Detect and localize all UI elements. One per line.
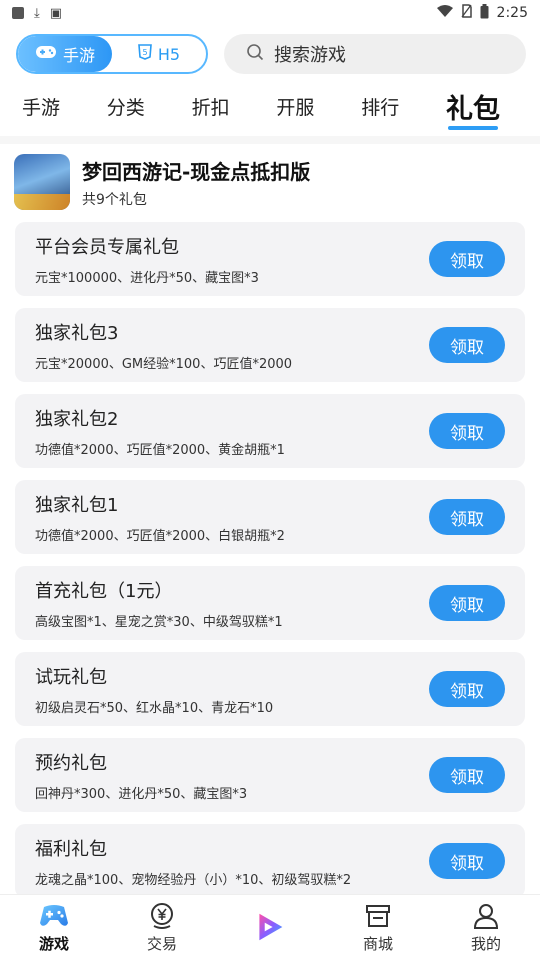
gift-desc: 初级启灵石*50、红水晶*10、青龙石*10: [35, 700, 274, 716]
tab-categories[interactable]: 分类: [107, 93, 145, 120]
gift-text: 独家礼包2 功德值*2000、巧匠值*2000、黄金胡瓶*1: [35, 405, 285, 458]
mode-option-label: H5: [157, 44, 181, 64]
nav-item-store[interactable]: 商城: [338, 901, 418, 954]
download-icon: ⤓: [34, 5, 40, 21]
yen-coin-icon: [147, 901, 177, 931]
html5-icon: 5: [138, 44, 152, 64]
gift-card: 独家礼包2 功德值*2000、巧匠值*2000、黄金胡瓶*1 领取: [15, 394, 525, 468]
claim-button[interactable]: 领取: [429, 585, 505, 621]
top-row: 手游 5 H5 搜索游戏: [16, 34, 526, 74]
mode-option-mobile-games[interactable]: 手游: [18, 36, 112, 72]
category-tabs: 手游 分类 折扣 开服 排行 礼包: [22, 84, 500, 130]
tab-new-servers[interactable]: 开服: [276, 93, 314, 120]
bottom-nav: 游戏 交易 商城 我的: [0, 894, 540, 960]
mode-option-h5[interactable]: 5 H5: [112, 36, 206, 72]
gift-desc: 功德值*2000、巧匠值*2000、白银胡瓶*2: [35, 528, 285, 544]
nav-label: 商城: [362, 935, 393, 953]
mode-switch[interactable]: 手游 5 H5: [16, 34, 208, 74]
gift-desc: 回神丹*300、进化丹*50、藏宝图*3: [35, 786, 248, 802]
app-square-icon: [12, 7, 24, 19]
game-icon[interactable]: [14, 154, 70, 210]
battery-icon: [480, 3, 489, 23]
claim-button[interactable]: 领取: [429, 413, 505, 449]
wifi-icon: [436, 4, 453, 22]
gift-card: 平台会员专属礼包 元宝*100000、进化丹*50、藏宝图*3 领取: [15, 222, 525, 296]
tab-discounts[interactable]: 折扣: [192, 93, 230, 120]
search-icon: [246, 43, 264, 65]
gift-name: 福利礼包: [35, 838, 107, 860]
gift-name: 独家礼包1: [35, 494, 119, 516]
nav-label: 我的: [470, 935, 501, 953]
svg-text:5: 5: [142, 48, 147, 57]
gift-text: 独家礼包3 元宝*20000、GM经验*100、巧匠值*2000: [35, 319, 292, 372]
search-input[interactable]: 搜索游戏: [224, 34, 526, 74]
status-left: ⤓ ▣: [12, 6, 62, 21]
game-info: 梦回西游记-现金点抵扣版 共9个礼包: [82, 156, 310, 209]
game-title: 梦回西游记-现金点抵扣版: [82, 159, 311, 184]
store-icon: [363, 901, 393, 931]
gift-name: 平台会员专属礼包: [35, 236, 179, 258]
search-placeholder: 搜索游戏: [274, 45, 346, 66]
tab-mobile-games[interactable]: 手游: [22, 93, 60, 120]
mode-option-label: 手游: [62, 46, 95, 65]
gift-card: 试玩礼包 初级启灵石*50、红水晶*10、青龙石*10 领取: [15, 652, 525, 726]
nav-item-profile[interactable]: 我的: [446, 901, 526, 954]
gift-card: 预约礼包 回神丹*300、进化丹*50、藏宝图*3 领取: [15, 738, 525, 812]
no-sim-icon: [461, 4, 472, 22]
gift-text: 平台会员专属礼包 元宝*100000、进化丹*50、藏宝图*3: [35, 233, 259, 286]
gift-count: 共9个礼包: [82, 191, 147, 208]
gift-text: 预约礼包 回神丹*300、进化丹*50、藏宝图*3: [35, 749, 247, 802]
gift-name: 独家礼包2: [35, 408, 119, 430]
gift-name: 预约礼包: [35, 752, 107, 774]
claim-button[interactable]: 领取: [429, 327, 505, 363]
play-icon: [255, 912, 285, 942]
nav-label: 交易: [146, 935, 177, 953]
gift-desc: 功德值*2000、巧匠值*2000、黄金胡瓶*1: [35, 442, 285, 458]
claim-button[interactable]: 领取: [429, 757, 505, 793]
status-right: 2:25: [436, 3, 528, 23]
gift-text: 试玩礼包 初级启灵石*50、红水晶*10、青龙石*10: [35, 663, 273, 716]
tab-gifts[interactable]: 礼包: [446, 87, 500, 130]
gift-card: 福利礼包 龙魂之晶*100、宠物经验丹（小）*10、初级驾驭糕*2 领取: [15, 824, 525, 898]
status-bar: ⤓ ▣ 2:25: [0, 0, 540, 26]
claim-button[interactable]: 领取: [429, 241, 505, 277]
game-header: 梦回西游记-现金点抵扣版 共9个礼包: [14, 152, 524, 212]
status-time: 2:25: [496, 5, 528, 21]
gift-card: 独家礼包1 功德值*2000、巧匠值*2000、白银胡瓶*2 领取: [15, 480, 525, 554]
gift-name: 独家礼包3: [35, 322, 119, 344]
gift-desc: 龙魂之晶*100、宠物经验丹（小）*10、初级驾驭糕*2: [35, 872, 352, 888]
gift-desc: 高级宝图*1、星宠之赏*30、中级驾驭糕*1: [35, 614, 283, 630]
nav-item-games[interactable]: 游戏: [14, 901, 94, 954]
nav-label: 游戏: [38, 935, 69, 953]
section-divider: [0, 136, 540, 144]
gift-text: 首充礼包（1元） 高级宝图*1、星宠之赏*30、中级驾驭糕*1: [35, 577, 283, 630]
nav-item-play[interactable]: [230, 912, 310, 944]
gamepad-icon: [35, 44, 57, 64]
gift-text: 福利礼包 龙魂之晶*100、宠物经验丹（小）*10、初级驾驭糕*2: [35, 835, 351, 888]
gamepad-icon: [39, 901, 69, 931]
gift-card: 首充礼包（1元） 高级宝图*1、星宠之赏*30、中级驾驭糕*1 领取: [15, 566, 525, 640]
gift-text: 独家礼包1 功德值*2000、巧匠值*2000、白银胡瓶*2: [35, 491, 285, 544]
nav-item-trade[interactable]: 交易: [122, 901, 202, 954]
claim-button[interactable]: 领取: [429, 499, 505, 535]
user-icon: [471, 901, 501, 931]
gift-name: 试玩礼包: [35, 666, 107, 688]
gift-card: 独家礼包3 元宝*20000、GM经验*100、巧匠值*2000 领取: [15, 308, 525, 382]
claim-button[interactable]: 领取: [429, 843, 505, 879]
gift-name: 首充礼包（1元）: [35, 580, 173, 602]
gift-desc: 元宝*20000、GM经验*100、巧匠值*2000: [35, 356, 293, 372]
claim-button[interactable]: 领取: [429, 671, 505, 707]
screenshot-icon: ▣: [49, 5, 63, 21]
gift-list: 平台会员专属礼包 元宝*100000、进化丹*50、藏宝图*3 领取 独家礼包3…: [15, 222, 525, 898]
tab-rankings[interactable]: 排行: [361, 93, 399, 120]
gift-desc: 元宝*100000、进化丹*50、藏宝图*3: [35, 270, 259, 286]
